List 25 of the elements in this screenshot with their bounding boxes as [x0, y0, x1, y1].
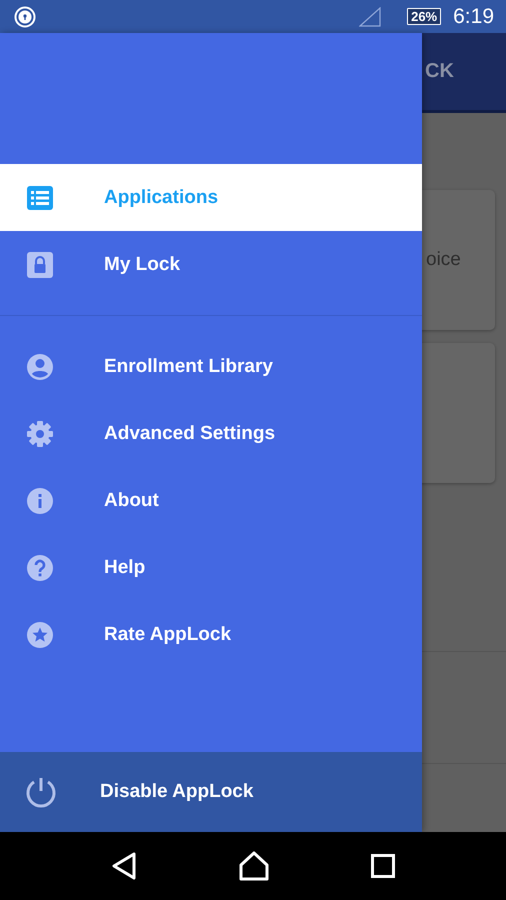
- disable-applock-button[interactable]: Disable AppLock: [100, 781, 254, 803]
- menu-icon: [26, 554, 54, 582]
- menu-item[interactable]: My Lock: [0, 231, 422, 298]
- lock-circle-icon: [14, 6, 36, 28]
- menu-icon: [26, 620, 54, 648]
- signal-icon: [359, 6, 382, 26]
- recents-icon[interactable]: [371, 854, 395, 878]
- back-icon[interactable]: [111, 852, 137, 880]
- menu-item[interactable]: Help: [0, 534, 422, 601]
- menu-item[interactable]: Enrollment Library: [0, 333, 422, 400]
- battery-indicator: 26%: [407, 8, 442, 25]
- clock: 6:19: [453, 4, 494, 28]
- menu-item[interactable]: Rate AppLock: [0, 601, 422, 668]
- menu-item[interactable]: About: [0, 467, 422, 534]
- menu-icon: [26, 250, 54, 278]
- menu-item[interactable]: Applications: [0, 164, 422, 231]
- menu-icon: [26, 184, 54, 212]
- card-text: oice: [426, 249, 461, 271]
- power-icon: [24, 775, 58, 809]
- menu-item[interactable]: Advanced Settings: [0, 400, 422, 467]
- menu-icon: [26, 420, 54, 448]
- app-bar-title: CK: [425, 60, 454, 83]
- menu-icon: [26, 486, 54, 514]
- menu-icon: [26, 352, 54, 380]
- home-icon[interactable]: [239, 851, 269, 881]
